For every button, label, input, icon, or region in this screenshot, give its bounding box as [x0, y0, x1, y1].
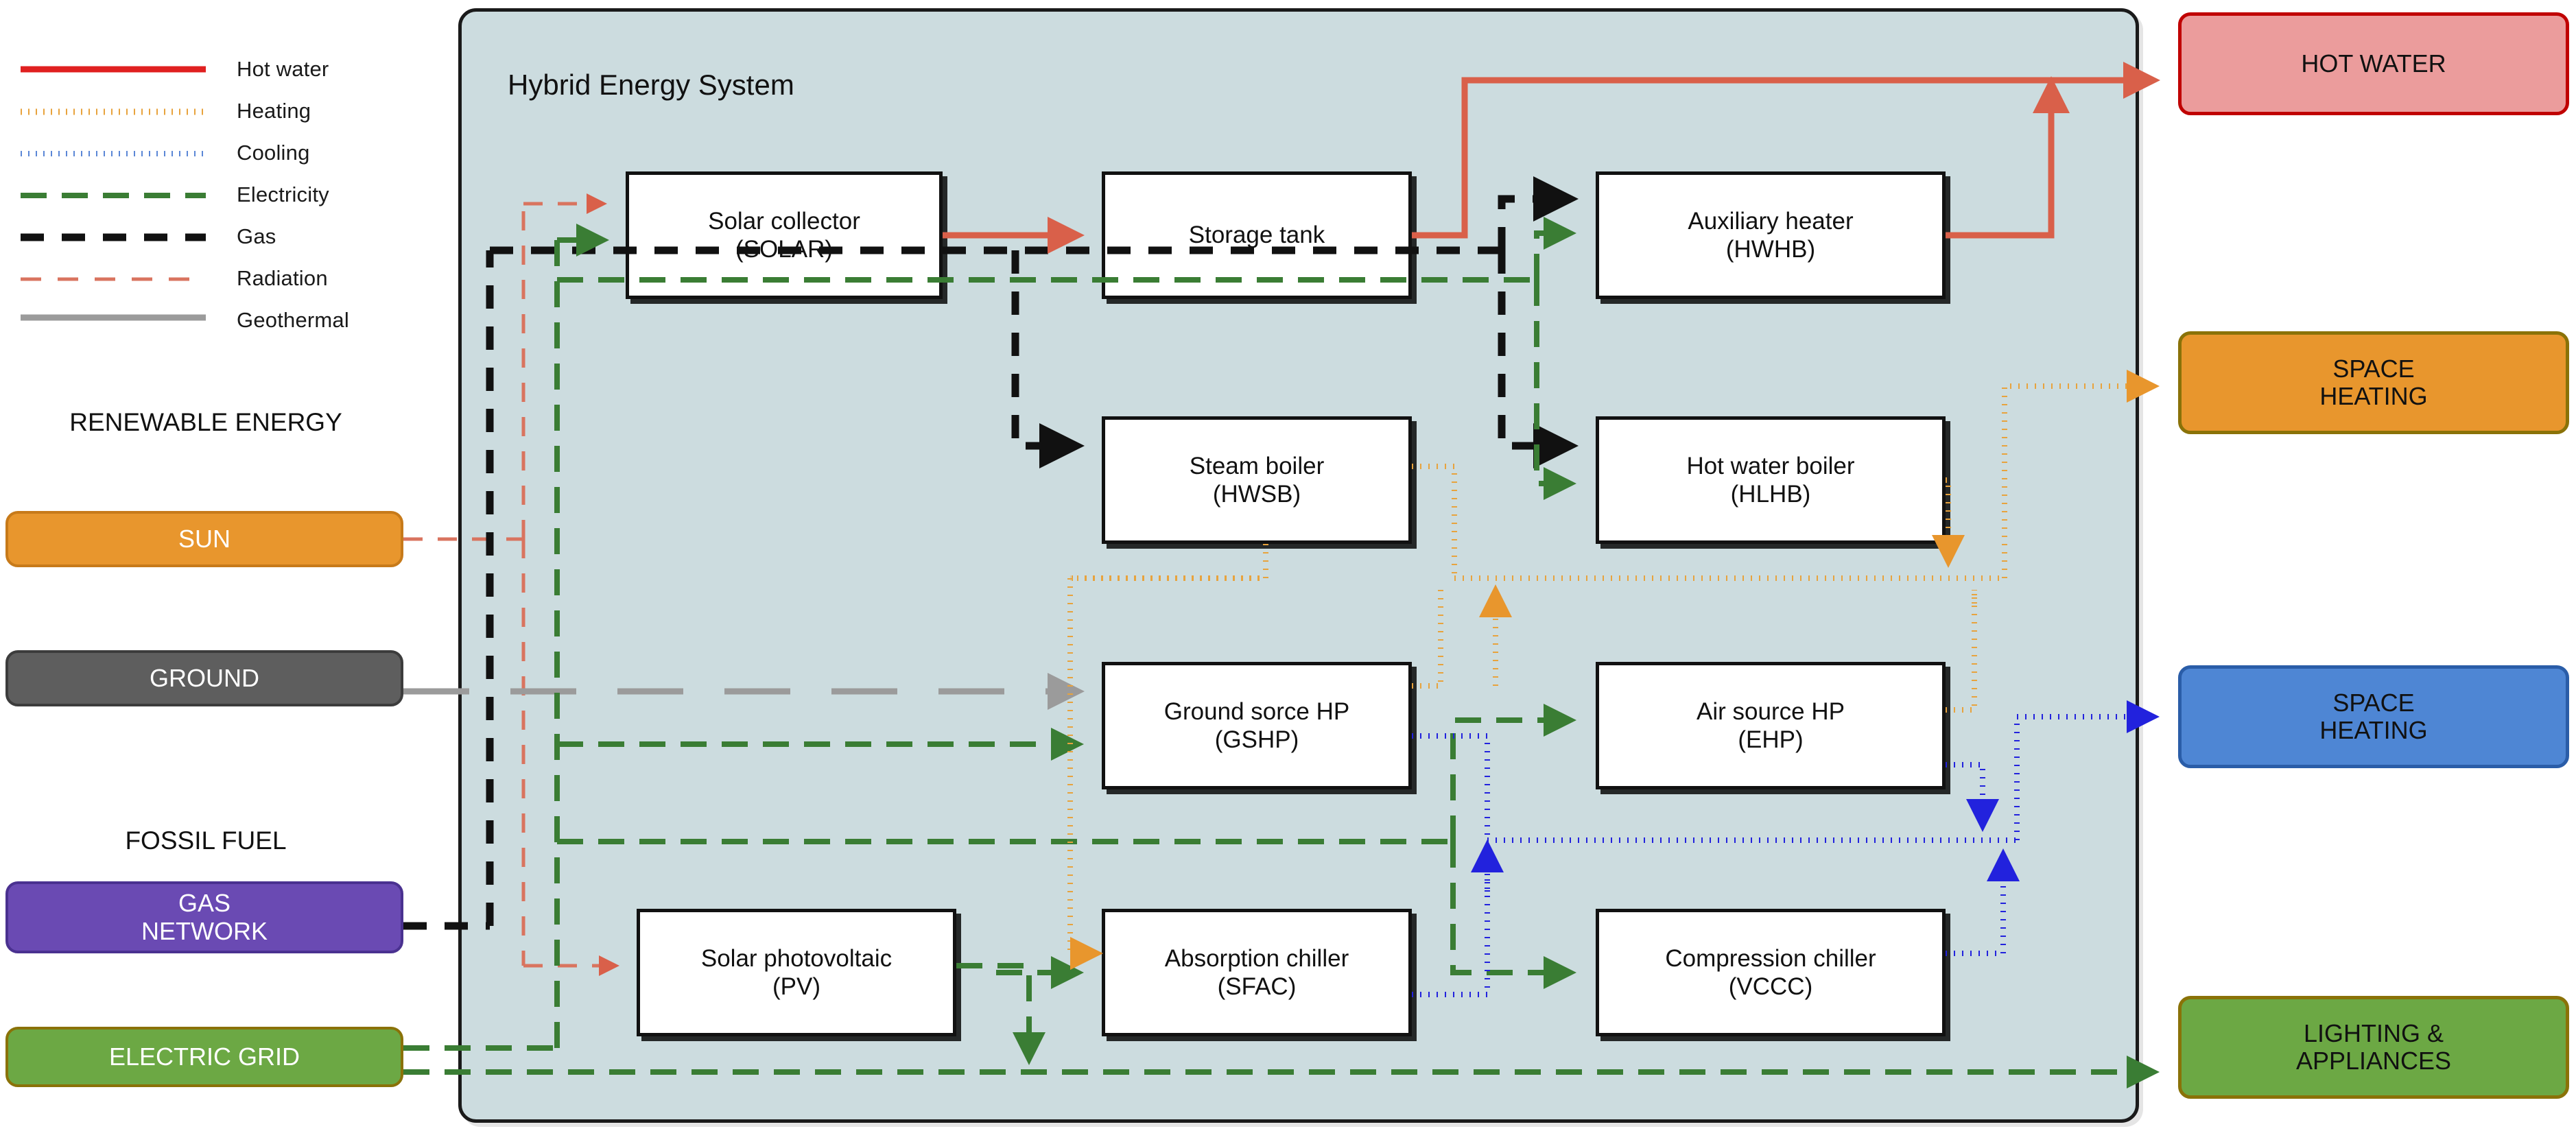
box-line2: (EHP) — [1738, 726, 1804, 753]
box-line1: Steam boiler — [1189, 452, 1325, 479]
source-label: ELECTRIC GRID — [108, 1042, 300, 1071]
box-line2: (VCCC) — [1728, 973, 1813, 1000]
legend-item: Geothermal — [14, 299, 425, 341]
box-hot-water-boiler[interactable]: Hot water boiler (HLHB) — [1596, 416, 1946, 544]
box-label: Compression chiller (VCCC) — [1665, 944, 1876, 1001]
box-label: Air source HP (EHP) — [1697, 698, 1845, 754]
box-line1: Compression chiller — [1665, 944, 1876, 972]
box-label: Hot water boiler (HLHB) — [1686, 452, 1854, 509]
source-electric-grid[interactable]: ELECTRIC GRID — [5, 1027, 403, 1087]
box-label: Storage tank — [1189, 221, 1325, 249]
source-label: SUN — [178, 524, 231, 553]
demand-label: LIGHTING & APPLIANCES — [2295, 1019, 2452, 1075]
legend-item: Gas — [14, 215, 425, 257]
legend-item: Cooling — [14, 132, 425, 174]
box-label: Ground sorce HP (GSHP) — [1164, 698, 1349, 754]
demand-space-heating-blue[interactable]: SPACE HEATING — [2178, 665, 2569, 768]
legend-label: Geothermal — [237, 307, 349, 332]
box-line1: Auxiliary heater — [1688, 207, 1854, 235]
box-label: Absorption chiller (SFAC) — [1165, 944, 1349, 1001]
box-compression-chiller[interactable]: Compression chiller (VCCC) — [1596, 909, 1946, 1036]
demand-label: HOT WATER — [2301, 49, 2446, 78]
box-solar-photovoltaic[interactable]: Solar photovoltaic (PV) — [637, 909, 956, 1036]
box-line1: Storage tank — [1188, 222, 1325, 249]
box-line1: Ground sorce HP — [1163, 698, 1350, 725]
source-ground[interactable]: GROUND — [5, 650, 403, 706]
box-steam-boiler[interactable]: Steam boiler (HWSB) — [1102, 416, 1412, 544]
legend-item: Radiation — [14, 257, 425, 299]
demand-label: SPACE HEATING — [2319, 688, 2428, 744]
legend-label: Gas — [237, 224, 276, 248]
box-label: Solar collector (SOLAR) — [708, 207, 860, 264]
box-storage-tank[interactable]: Storage tank — [1102, 171, 1412, 299]
box-ground-source-hp[interactable]: Ground sorce HP (GSHP) — [1102, 662, 1412, 789]
box-label: Auxiliary heater (HWHB) — [1688, 207, 1853, 264]
box-label: Solar photovoltaic (PV) — [701, 944, 892, 1001]
legend-label: Radiation — [237, 265, 328, 290]
legend-item: Electricity — [14, 174, 425, 215]
box-auxiliary-heater[interactable]: Auxiliary heater (HWHB) — [1596, 171, 1946, 299]
legend-label: Heating — [237, 98, 311, 123]
demand-lighting-appliances[interactable]: LIGHTING & APPLIANCES — [2178, 996, 2569, 1099]
box-line2: (GSHP) — [1214, 726, 1299, 753]
demand-hot-water[interactable]: HOT WATER — [2178, 12, 2569, 115]
box-line2: (SFAC) — [1217, 973, 1297, 1000]
box-line1: Air source HP — [1697, 698, 1845, 725]
source-label: GROUND — [150, 663, 259, 692]
diagram-canvas: Hot water Heating Cooling Electricity Ga… — [0, 0, 2576, 1131]
box-line1: Solar collector — [708, 207, 860, 235]
group-caption-renewable: RENEWABLE ENERGY — [69, 408, 342, 436]
box-air-source-hp[interactable]: Air source HP (EHP) — [1596, 662, 1946, 789]
box-line2: (HWSB) — [1212, 481, 1301, 508]
legend-item: Hot water — [14, 48, 425, 90]
legend-item: Heating — [14, 90, 425, 132]
source-sun[interactable]: SUN — [5, 511, 403, 567]
legend-label: Electricity — [237, 182, 329, 206]
group-caption-fossil-fuel: FOSSIL FUEL — [125, 826, 287, 855]
legend: Hot water Heating Cooling Electricity Ga… — [14, 48, 425, 341]
legend-label: Hot water — [237, 56, 329, 81]
box-line1: Absorption chiller — [1164, 944, 1349, 972]
system-title: Hybrid Energy System — [508, 69, 794, 101]
box-line1: Solar photovoltaic — [700, 944, 893, 972]
box-solar-collector[interactable]: Solar collector (SOLAR) — [626, 171, 943, 299]
box-absorption-chiller[interactable]: Absorption chiller (SFAC) — [1102, 909, 1412, 1036]
legend-label: Cooling — [237, 140, 310, 165]
box-line2: (SOLAR) — [735, 236, 833, 263]
box-line1: Hot water boiler — [1686, 452, 1855, 479]
box-line2: (HWHB) — [1725, 236, 1816, 263]
box-line2: (PV) — [772, 973, 820, 1000]
demand-label: SPACE HEATING — [2319, 354, 2428, 410]
box-line2: (HLHB) — [1730, 481, 1811, 508]
box-label: Steam boiler (HWSB) — [1190, 452, 1324, 509]
source-label: GAS NETWORK — [141, 889, 268, 945]
source-gas-network[interactable]: GAS NETWORK — [5, 881, 403, 953]
demand-space-heating-orange[interactable]: SPACE HEATING — [2178, 331, 2569, 434]
